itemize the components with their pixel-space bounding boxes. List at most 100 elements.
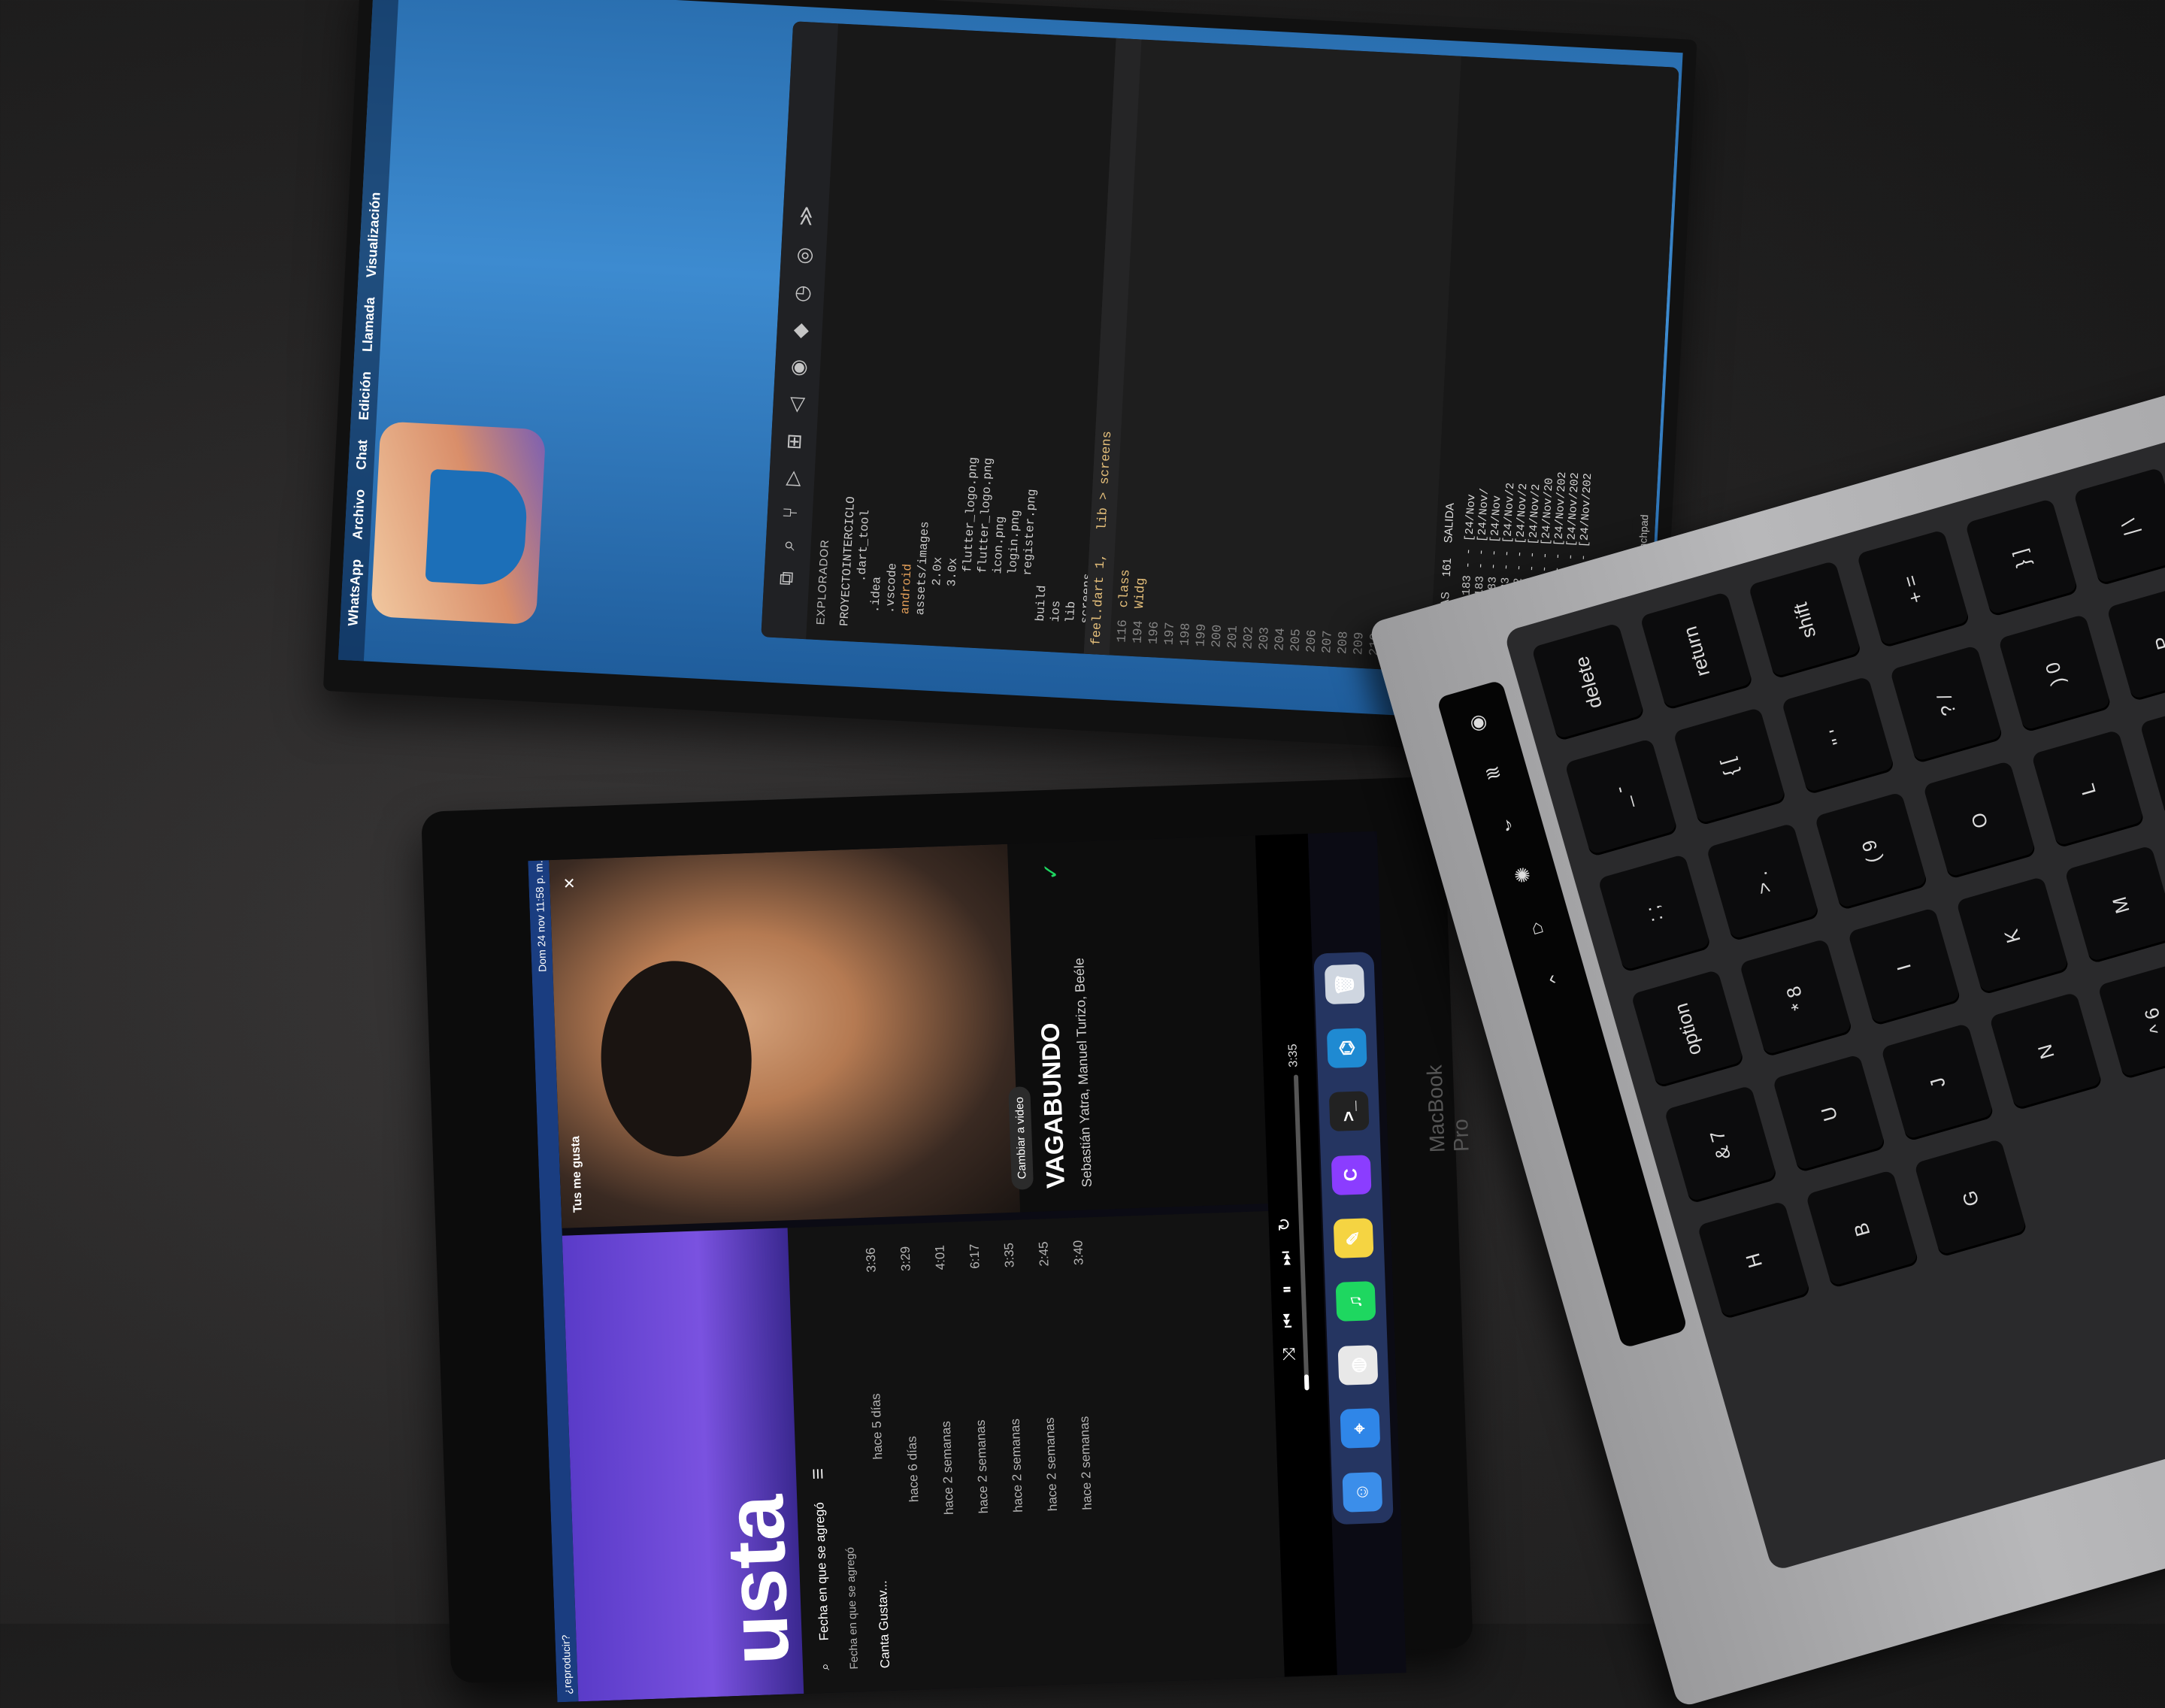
- key[interactable]: shift: [1748, 560, 1862, 680]
- dock-terminal-icon[interactable]: >_: [1328, 1091, 1370, 1132]
- macbook-lid: ¿reproducir? Dom 24 nov 11:58 p. m. usta…: [421, 776, 1473, 1703]
- track-added: hace 5 días: [868, 1393, 886, 1460]
- switch-to-video-button[interactable]: Cambiar a video: [1008, 1086, 1034, 1190]
- brightness-icon[interactable]: ✺: [1487, 856, 1558, 897]
- key[interactable]: ^ 6: [2097, 961, 2165, 1080]
- dock-trash-icon[interactable]: 🗑: [1324, 964, 1365, 1005]
- copilot-icon[interactable]: ◎: [792, 247, 816, 265]
- flutter-icon[interactable]: ≫: [793, 205, 817, 227]
- timeline-icon[interactable]: ◷: [789, 285, 813, 303]
- key-label: ? /: [1932, 691, 1961, 719]
- key[interactable]: + =: [1856, 529, 1970, 649]
- close-icon[interactable]: ✕: [560, 877, 580, 890]
- menu-archivo[interactable]: Archivo: [350, 489, 368, 540]
- key[interactable]: ? /: [1889, 645, 2003, 765]
- key[interactable]: " ': [1781, 676, 1895, 795]
- key-label: P: [2150, 633, 2165, 653]
- sort-dropdown[interactable]: Fecha en que se agregó: [812, 1502, 831, 1641]
- key[interactable]: * 8: [1739, 938, 1853, 1058]
- key[interactable]: G: [1913, 1138, 2028, 1258]
- key[interactable]: option: [1631, 969, 1745, 1089]
- key[interactable]: J: [1880, 1022, 1995, 1142]
- key[interactable]: L: [2031, 729, 2145, 849]
- menu-visualizacion[interactable]: Visualización: [363, 192, 383, 278]
- volume-icon[interactable]: ♪: [1472, 804, 1543, 845]
- track-artists[interactable]: Sebastián Yatra, Manuel Turizo, Beéle: [1071, 958, 1095, 1188]
- line-number: 200: [1210, 624, 1225, 648]
- play-pause-icon[interactable]: ⏸: [1277, 1285, 1297, 1294]
- key[interactable]: { [: [1673, 707, 1787, 826]
- key[interactable]: | \: [2073, 467, 2165, 586]
- key[interactable]: I: [1847, 907, 1961, 1027]
- key-label: : ;: [1640, 902, 1667, 925]
- search-icon[interactable]: ⌕: [818, 1663, 833, 1670]
- source-control-icon[interactable]: ⑂: [778, 506, 802, 519]
- key[interactable]: N: [1989, 992, 2103, 1111]
- dock-safari-icon[interactable]: ⌖: [1340, 1408, 1381, 1449]
- dock-finder-icon[interactable]: ☺: [1342, 1471, 1383, 1513]
- extensions-icon[interactable]: ⊞: [782, 433, 806, 450]
- key-label: + =: [1898, 572, 1928, 606]
- tab-salida[interactable]: SALIDA: [1442, 503, 1457, 544]
- key-label: N: [2033, 1041, 2059, 1061]
- track-title: [1016, 1663, 1046, 1664]
- run-debug-icon[interactable]: ▷: [780, 470, 804, 486]
- key-label: B: [1849, 1219, 1875, 1239]
- key[interactable]: < ,: [2139, 698, 2165, 818]
- track-title: [1086, 1660, 1116, 1661]
- key[interactable]: U: [1772, 1054, 1886, 1173]
- key[interactable]: M: [2064, 845, 2165, 965]
- github-icon[interactable]: ◉: [786, 359, 810, 377]
- dock-vscode-icon[interactable]: ⌬: [1326, 1028, 1367, 1068]
- key[interactable]: ) 0: [1997, 613, 2112, 733]
- key[interactable]: } ]: [1964, 498, 2079, 617]
- menu-app-name[interactable]: WhatsApp: [345, 559, 365, 626]
- key-label: | \: [2116, 516, 2143, 538]
- shuffle-icon[interactable]: ⤨: [1279, 1347, 1300, 1361]
- key[interactable]: K: [1955, 876, 2070, 995]
- dock-spotify-icon[interactable]: ♫: [1335, 1281, 1376, 1322]
- key[interactable]: B: [1805, 1169, 1919, 1289]
- previous-icon[interactable]: ⏮: [1278, 1313, 1298, 1328]
- next-icon[interactable]: ⏭: [1276, 1251, 1296, 1267]
- key-label: _ -: [1606, 783, 1635, 812]
- siri-icon[interactable]: ≋: [1458, 753, 1529, 794]
- key[interactable]: H: [1697, 1201, 1811, 1320]
- track-dur: 3:40: [1070, 1240, 1086, 1266]
- code-editor[interactable]: feel.dart 1, lib > screens 116class 194Wi…: [1083, 38, 1572, 672]
- track-dur: 3:36: [863, 1247, 879, 1273]
- saved-check-icon[interactable]: ✓: [1038, 862, 1064, 881]
- dock-notes-icon[interactable]: ✎: [1333, 1218, 1374, 1258]
- key[interactable]: : ;: [1597, 853, 1712, 973]
- docker-icon[interactable]: ◆: [788, 323, 812, 339]
- menu-llamada[interactable]: Llamada: [359, 297, 378, 353]
- key[interactable]: O: [1922, 760, 2037, 880]
- remote-icon[interactable]: ◁: [784, 397, 808, 413]
- key[interactable]: > .: [1706, 822, 1820, 942]
- chevron-left-icon[interactable]: ‹: [1516, 958, 1588, 999]
- column-header-added[interactable]: Fecha en que se agregó: [843, 1547, 861, 1670]
- track-added: hace 2 semanas: [938, 1420, 957, 1516]
- list-view-icon[interactable]: ☰: [811, 1468, 827, 1480]
- menubar-left-text: ¿reproducir?: [559, 1634, 574, 1695]
- menu-chat[interactable]: Chat: [353, 439, 371, 470]
- dock-canva-icon[interactable]: C: [1331, 1154, 1372, 1195]
- key[interactable]: ( 9: [1814, 792, 1928, 911]
- key[interactable]: P: [2106, 583, 2165, 702]
- line-number: 201: [1225, 625, 1241, 650]
- key[interactable]: & 7: [1664, 1085, 1778, 1204]
- files-icon[interactable]: ⧉: [774, 571, 799, 586]
- key[interactable]: delete: [1531, 622, 1646, 742]
- macbook-screen: ¿reproducir? Dom 24 nov 11:58 p. m. usta…: [528, 831, 1406, 1703]
- dock-chrome-icon[interactable]: ◍: [1337, 1344, 1379, 1385]
- key[interactable]: return: [1640, 591, 1754, 711]
- track-dur: 3:29: [898, 1246, 913, 1272]
- repeat-icon[interactable]: ↻: [1275, 1217, 1295, 1231]
- menu-edicion[interactable]: Edición: [356, 371, 374, 421]
- track-title[interactable]: VAGABUNDO: [1036, 1022, 1071, 1189]
- track-added: hace 2 semanas: [1007, 1418, 1025, 1513]
- lock-icon[interactable]: ⌂: [1501, 907, 1573, 948]
- key[interactable]: _ -: [1564, 738, 1679, 858]
- search-icon[interactable]: ⌕: [776, 539, 801, 551]
- line-number: 196: [1146, 620, 1163, 645]
